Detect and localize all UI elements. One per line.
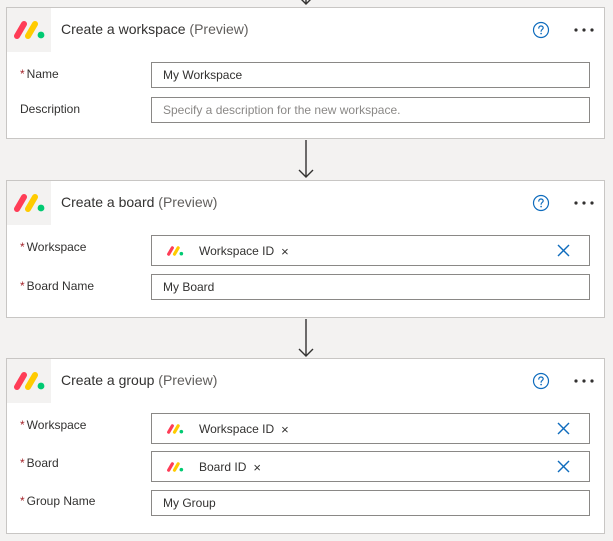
- required-marker: *: [20, 67, 25, 81]
- field-label-name: * Name: [20, 67, 59, 81]
- help-circle-icon[interactable]: [532, 372, 550, 390]
- preview-tag: (Preview): [158, 372, 218, 388]
- dynamic-content-token: Board ID ×: [166, 459, 261, 475]
- board-token-field[interactable]: Board ID ×: [151, 451, 590, 482]
- field-label-board-name: * Board Name: [20, 279, 95, 293]
- help-circle-icon[interactable]: [532, 194, 550, 212]
- monday-logo-icon: [167, 424, 184, 434]
- card-title: Create a workspace (Preview): [61, 21, 249, 37]
- required-marker: *: [20, 279, 25, 293]
- token-label: Workspace ID: [199, 422, 275, 436]
- group-name-input[interactable]: [151, 490, 590, 516]
- dynamic-content-token: Workspace ID ×: [166, 421, 289, 437]
- action-card-create-group: Create a group (Preview) * Workspace Wor…: [6, 358, 605, 534]
- board-name-input[interactable]: [151, 274, 590, 300]
- card-title: Create a board (Preview): [61, 194, 217, 210]
- card-header[interactable]: Create a workspace (Preview): [7, 8, 604, 52]
- workspace-name-input[interactable]: [151, 62, 590, 88]
- arrow-down-icon: [298, 140, 314, 178]
- preview-tag: (Preview): [189, 21, 249, 37]
- field-label-group-name: * Group Name: [20, 494, 96, 508]
- clear-x-icon[interactable]: [557, 244, 570, 257]
- field-label-board: * Board: [20, 456, 59, 470]
- token-remove-button[interactable]: ×: [253, 461, 261, 474]
- card-header[interactable]: Create a board (Preview): [7, 181, 604, 225]
- dynamic-content-token: Workspace ID ×: [166, 243, 289, 259]
- token-label: Workspace ID: [199, 244, 275, 258]
- flow-arrow: [296, 319, 316, 359]
- required-marker: *: [20, 456, 25, 470]
- flow-arrow: [296, 140, 316, 180]
- card-title: Create a group (Preview): [61, 372, 217, 388]
- field-label-workspace: * Workspace: [20, 240, 87, 254]
- clear-x-icon[interactable]: [557, 460, 570, 473]
- token-remove-button[interactable]: ×: [281, 245, 289, 258]
- arrow-down-icon: [298, 319, 314, 357]
- connector-logo: [7, 181, 51, 225]
- help-circle-icon[interactable]: [532, 21, 550, 39]
- action-card-create-board: Create a board (Preview) * Workspace Wor…: [6, 180, 605, 318]
- preview-tag: (Preview): [158, 194, 218, 210]
- action-card-create-workspace: Create a workspace (Preview) *Name Descr…: [6, 7, 605, 139]
- required-marker: *: [20, 240, 25, 254]
- field-label-workspace: * Workspace: [20, 418, 87, 432]
- flow-arrow-top: [296, 0, 316, 6]
- clear-x-icon[interactable]: [557, 422, 570, 435]
- token-remove-button[interactable]: ×: [281, 423, 289, 436]
- arrow-down-icon: [301, 0, 311, 5]
- card-title-text: Create a group: [61, 372, 155, 388]
- monday-logo-icon: [14, 372, 45, 390]
- monday-logo-icon: [167, 246, 184, 256]
- workspace-token-field[interactable]: Workspace ID ×: [151, 413, 590, 444]
- required-marker: *: [20, 494, 25, 508]
- card-title-text: Create a workspace: [61, 21, 186, 37]
- token-label: Board ID: [199, 460, 247, 474]
- connector-logo: [7, 8, 51, 52]
- required-marker: *: [20, 418, 25, 432]
- more-horizontal-icon[interactable]: [573, 195, 595, 211]
- workspace-token-field[interactable]: Workspace ID ×: [151, 235, 590, 266]
- monday-logo-icon: [167, 462, 184, 472]
- card-title-text: Create a board: [61, 194, 155, 210]
- connector-logo: [7, 359, 51, 403]
- more-horizontal-icon[interactable]: [573, 373, 595, 389]
- monday-logo-icon: [14, 21, 45, 39]
- workspace-description-input[interactable]: [151, 97, 590, 123]
- card-header[interactable]: Create a group (Preview): [7, 359, 604, 403]
- more-horizontal-icon[interactable]: [573, 22, 595, 38]
- monday-logo-icon: [14, 194, 45, 212]
- field-label-description: Description: [20, 102, 81, 116]
